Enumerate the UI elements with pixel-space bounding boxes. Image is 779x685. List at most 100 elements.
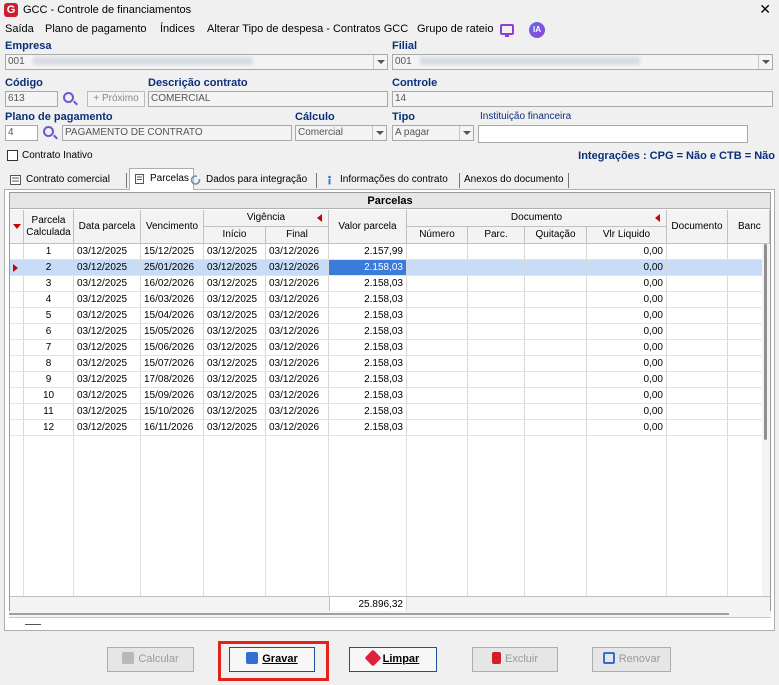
table-row[interactable]: 12 03/12/2025 16/11/2026 03/12/2025 03/12/20…: [10, 420, 770, 436]
cell-parcela[interactable]: 4: [24, 292, 74, 308]
cell-final[interactable]: 03/12/2026: [266, 420, 329, 436]
proximo-button[interactable]: + Próximo: [87, 91, 145, 107]
chevron-down-icon[interactable]: [373, 55, 387, 69]
header-documento[interactable]: Documento: [667, 210, 728, 244]
cell-empty[interactable]: [407, 356, 468, 372]
cell-vencimento[interactable]: 25/01/2026: [141, 260, 204, 276]
cell-empty[interactable]: [468, 372, 525, 388]
table-row[interactable]: 1 03/12/2025 15/12/2025 03/12/2025 03/12/202…: [10, 244, 770, 260]
cell-empty[interactable]: [667, 420, 728, 436]
excluir-button[interactable]: Excluir: [472, 647, 558, 672]
header-banco[interactable]: Banc: [728, 210, 770, 244]
collapse-arrow-icon[interactable]: [655, 214, 660, 222]
cell-empty[interactable]: [667, 388, 728, 404]
cell-empty[interactable]: [407, 404, 468, 420]
cell-inicio[interactable]: 03/12/2025: [204, 276, 266, 292]
contrato-inativo-checkbox[interactable]: [7, 150, 18, 161]
cell-empty[interactable]: [667, 372, 728, 388]
cell-valor-parcela[interactable]: 2.158,03: [329, 276, 407, 292]
cell-parcela[interactable]: 11: [24, 404, 74, 420]
cell-inicio[interactable]: 03/12/2025: [204, 356, 266, 372]
cell-empty[interactable]: [468, 308, 525, 324]
cell-empty[interactable]: [468, 324, 525, 340]
cell-vlr-liquido[interactable]: 0,00: [587, 292, 667, 308]
menu-indices[interactable]: Índices: [160, 23, 195, 35]
cell-vencimento[interactable]: 17/08/2026: [141, 372, 204, 388]
cell-data-parcela[interactable]: 03/12/2025: [74, 244, 141, 260]
cell-empty[interactable]: [667, 276, 728, 292]
cell-inicio[interactable]: 03/12/2025: [204, 244, 266, 260]
cell-valor-parcela[interactable]: 2.158,03: [329, 340, 407, 356]
cell-vlr-liquido[interactable]: 0,00: [587, 324, 667, 340]
cell-empty[interactable]: [525, 260, 587, 276]
cell-vlr-liquido[interactable]: 0,00: [587, 276, 667, 292]
cell-vlr-liquido[interactable]: 0,00: [587, 356, 667, 372]
table-row[interactable]: 8 03/12/2025 15/07/2026 03/12/2025 03/12/202…: [10, 356, 770, 372]
cell-vlr-liquido[interactable]: 0,00: [587, 340, 667, 356]
table-row[interactable]: 5 03/12/2025 15/04/2026 03/12/2025 03/12/202…: [10, 308, 770, 324]
cell-inicio[interactable]: 03/12/2025: [204, 340, 266, 356]
cell-parcela[interactable]: 5: [24, 308, 74, 324]
cell-vencimento[interactable]: 15/07/2026: [141, 356, 204, 372]
header-final[interactable]: Final: [266, 227, 329, 244]
cell-vencimento[interactable]: 16/03/2026: [141, 292, 204, 308]
cell-empty[interactable]: [407, 388, 468, 404]
cell-empty[interactable]: [667, 260, 728, 276]
header-vencimento[interactable]: Vencimento: [141, 210, 204, 244]
cell-empty[interactable]: [525, 372, 587, 388]
cell-data-parcela[interactable]: 03/12/2025: [74, 420, 141, 436]
table-row[interactable]: 4 03/12/2025 16/03/2026 03/12/2025 03/12/202…: [10, 292, 770, 308]
cell-final[interactable]: 03/12/2026: [266, 388, 329, 404]
cell-final[interactable]: 03/12/2026: [266, 260, 329, 276]
cell-empty[interactable]: [667, 292, 728, 308]
cell-data-parcela[interactable]: 03/12/2025: [74, 388, 141, 404]
cell-data-parcela[interactable]: 03/12/2025: [74, 260, 141, 276]
header-parcela[interactable]: Parcela Calculada: [24, 210, 74, 244]
plano-code-field[interactable]: 4: [5, 125, 38, 141]
cell-final[interactable]: 03/12/2026: [266, 340, 329, 356]
header-parc[interactable]: Parc.: [468, 227, 525, 244]
cell-empty[interactable]: [407, 420, 468, 436]
cell-empty[interactable]: [407, 340, 468, 356]
filial-field[interactable]: 001: [392, 54, 773, 70]
renovar-button[interactable]: Renovar: [592, 647, 671, 672]
cell-valor-parcela[interactable]: 2.158,03: [329, 324, 407, 340]
menu-grupo-rateio[interactable]: Grupo de rateio: [417, 23, 493, 35]
cell-empty[interactable]: [525, 420, 587, 436]
cell-empty[interactable]: [468, 340, 525, 356]
cell-empty[interactable]: [667, 340, 728, 356]
table-row[interactable]: 3 03/12/2025 16/02/2026 03/12/2025 03/12/202…: [10, 276, 770, 292]
cell-empty[interactable]: [525, 292, 587, 308]
cell-empty[interactable]: [468, 276, 525, 292]
cell-valor-parcela[interactable]: 2.158,03: [329, 292, 407, 308]
cell-empty[interactable]: [468, 404, 525, 420]
cell-empty[interactable]: [525, 276, 587, 292]
cell-empty[interactable]: [407, 260, 468, 276]
empresa-field[interactable]: 001: [5, 54, 388, 70]
header-inicio[interactable]: Início: [204, 227, 266, 244]
cell-valor-parcela[interactable]: 2.158,03: [329, 404, 407, 420]
tab-dados-integracao[interactable]: Dados para integração: [186, 171, 311, 190]
cell-vlr-liquido[interactable]: 0,00: [587, 404, 667, 420]
cell-parcela[interactable]: 3: [24, 276, 74, 292]
cell-final[interactable]: 03/12/2026: [266, 324, 329, 340]
cell-empty[interactable]: [407, 244, 468, 260]
table-row[interactable]: 10 03/12/2025 15/09/2026 03/12/2025 03/12/20…: [10, 388, 770, 404]
cell-data-parcela[interactable]: 03/12/2025: [74, 324, 141, 340]
cell-inicio[interactable]: 03/12/2025: [204, 404, 266, 420]
cell-empty[interactable]: [667, 404, 728, 420]
plano-field[interactable]: PAGAMENTO DE CONTRATO: [62, 125, 292, 141]
table-row[interactable]: 6 03/12/2025 15/05/2026 03/12/2025 03/12/202…: [10, 324, 770, 340]
cell-empty[interactable]: [468, 260, 525, 276]
codigo-field[interactable]: 613: [5, 91, 58, 107]
tab-contrato-comercial[interactable]: Contrato comercial: [6, 171, 114, 190]
ia-icon[interactable]: IA: [529, 22, 545, 38]
cell-final[interactable]: 03/12/2026: [266, 292, 329, 308]
cell-inicio[interactable]: 03/12/2025: [204, 388, 266, 404]
cell-valor-parcela[interactable]: 2.157,99: [329, 244, 407, 260]
cell-vlr-liquido[interactable]: 0,00: [587, 260, 667, 276]
calculo-select[interactable]: Comercial: [295, 125, 387, 141]
cell-vencimento[interactable]: 15/10/2026: [141, 404, 204, 420]
cell-vlr-liquido[interactable]: 0,00: [587, 420, 667, 436]
cell-inicio[interactable]: 03/12/2025: [204, 420, 266, 436]
